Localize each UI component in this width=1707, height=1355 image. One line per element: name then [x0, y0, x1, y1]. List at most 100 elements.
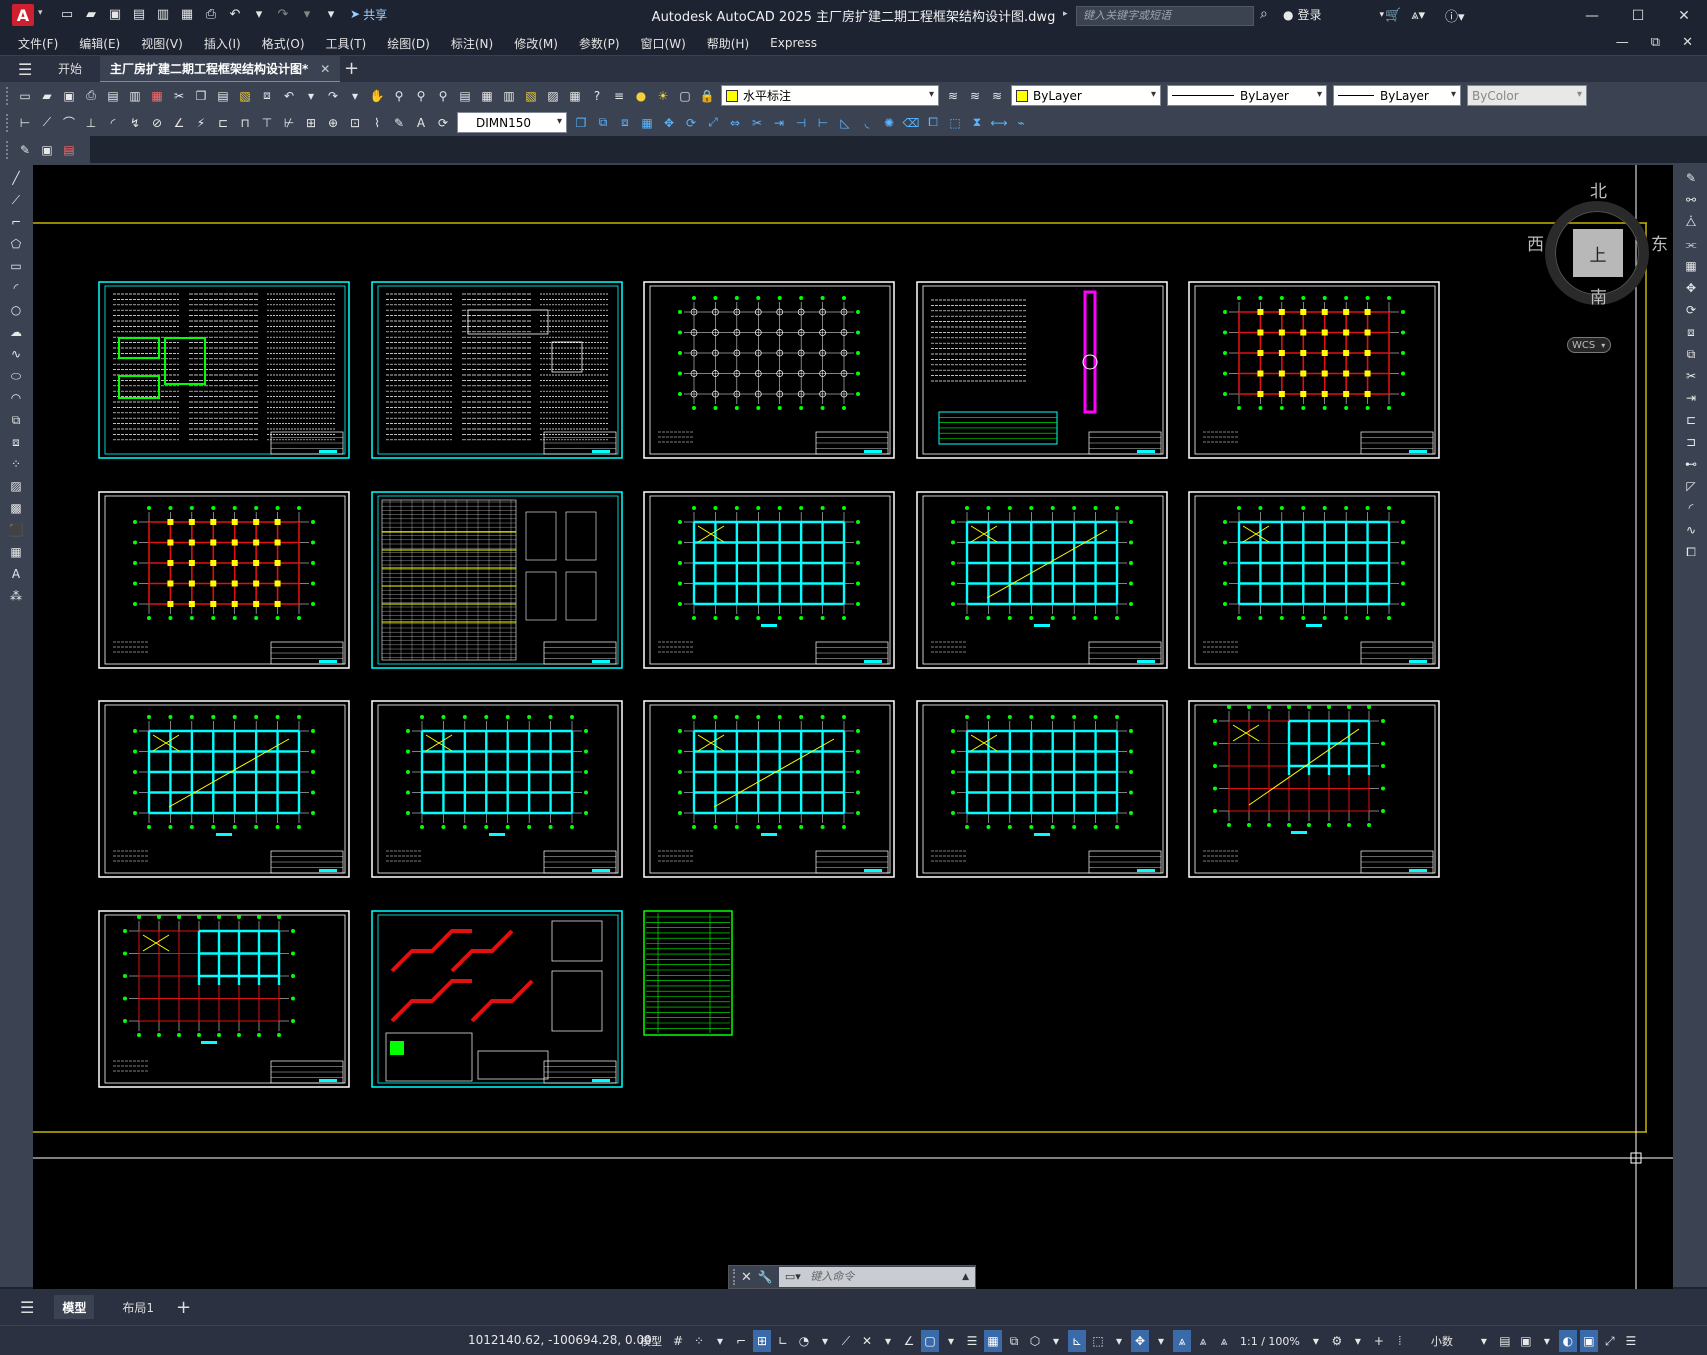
- move-icon[interactable]: ✥: [659, 113, 679, 133]
- qnew-icon[interactable]: ▭: [15, 86, 35, 106]
- annotation-visibility-icon[interactable]: ⩓: [1173, 1330, 1191, 1352]
- workspace-dropdown-icon[interactable]: ▾: [1349, 1330, 1367, 1352]
- wcs-menu-button[interactable]: WCS ▾: [1567, 337, 1611, 353]
- polyline-icon[interactable]: ⌐: [7, 213, 25, 231]
- ellipse-icon[interactable]: ⬭: [7, 367, 25, 385]
- jogged-linear-icon[interactable]: ⌇: [367, 113, 387, 133]
- chamfer-icon[interactable]: ◺: [835, 113, 855, 133]
- dimension-text-edit-icon[interactable]: A: [411, 113, 431, 133]
- gizmo-dropdown-icon[interactable]: ▾: [1152, 1330, 1170, 1352]
- isometric-icon[interactable]: ⟋: [837, 1330, 855, 1352]
- lineweight-icon[interactable]: ☰: [963, 1330, 981, 1352]
- make-current-layer-icon[interactable]: ≋: [943, 86, 963, 106]
- markup-icon[interactable]: ▨: [543, 86, 563, 106]
- angular-dimension-icon[interactable]: ∠: [169, 113, 189, 133]
- scale-icon[interactable]: ⤢: [703, 113, 723, 133]
- help-icon[interactable]: ?: [587, 86, 607, 106]
- dynamic-ucs-icon[interactable]: ⊾: [1068, 1330, 1086, 1352]
- arc-length-icon[interactable]: ⌒: [59, 113, 79, 133]
- undo-list-icon[interactable]: ▾: [301, 86, 321, 106]
- radius-dimension-icon[interactable]: ◜: [103, 113, 123, 133]
- gradient-icon[interactable]: ▩: [7, 499, 25, 517]
- object-snap-icon[interactable]: ▢: [921, 1330, 939, 1352]
- menu-edit[interactable]: 编辑(E): [79, 35, 120, 52]
- region-icon[interactable]: ⬛: [7, 521, 25, 539]
- continue-dimension-icon[interactable]: ⊓: [235, 113, 255, 133]
- menu-tools[interactable]: 工具(T): [326, 35, 367, 52]
- trim-icon[interactable]: ✂: [1682, 367, 1700, 385]
- lock-ui-dropdown-icon[interactable]: ▾: [1538, 1330, 1556, 1352]
- hatch-icon[interactable]: ▨: [7, 477, 25, 495]
- redo-icon[interactable]: ↷: [274, 5, 292, 23]
- chamfer-icon[interactable]: ◸: [1682, 477, 1700, 495]
- edit-attribute-icon[interactable]: ✎: [15, 140, 35, 160]
- break-at-point-icon[interactable]: ⊏: [1682, 411, 1700, 429]
- erase-icon[interactable]: ⌫: [901, 113, 921, 133]
- sheet-set-icon[interactable]: ▧: [521, 86, 541, 106]
- object-snap-tracking-icon[interactable]: ✕: [858, 1330, 876, 1352]
- center-mark-icon[interactable]: ⊕: [323, 113, 343, 133]
- new-tab-icon[interactable]: +: [344, 58, 359, 79]
- drawing-restore-button[interactable]: ⧉: [1651, 35, 1660, 50]
- tolerance-icon[interactable]: ⊞: [301, 113, 321, 133]
- layer-lock-icon[interactable]: 🔒: [697, 86, 717, 106]
- explode-icon[interactable]: ✺: [879, 113, 899, 133]
- layer-viewport-icon[interactable]: ▢: [675, 86, 695, 106]
- workspace-gear-icon[interactable]: ⚙: [1328, 1330, 1346, 1352]
- make-block-icon[interactable]: ⧈: [7, 433, 25, 451]
- copy-icon[interactable]: ❐: [191, 86, 211, 106]
- tab-model[interactable]: 模型: [54, 1295, 95, 1319]
- array-icon[interactable]: ▦: [637, 113, 657, 133]
- copy-object-icon[interactable]: ❐: [571, 113, 591, 133]
- snap-icon[interactable]: ⁘: [690, 1330, 708, 1352]
- toolbar-grip[interactable]: [6, 113, 10, 132]
- calculator-icon[interactable]: ▦: [565, 86, 585, 106]
- rectangle-icon[interactable]: ▭: [7, 257, 25, 275]
- tab-layout1[interactable]: 布局1: [114, 1295, 162, 1319]
- annotation-monitor-icon[interactable]: +: [1370, 1330, 1388, 1352]
- ordinate-dimension-icon[interactable]: ⊥: [81, 113, 101, 133]
- save-as-icon[interactable]: ▤: [130, 5, 148, 23]
- erase-icon[interactable]: ✎: [1682, 169, 1700, 187]
- object-snap-dropdown-icon[interactable]: ▾: [942, 1330, 960, 1352]
- undo-icon[interactable]: ↶: [226, 5, 244, 23]
- multiline-text-icon[interactable]: A: [7, 565, 25, 583]
- menu-view[interactable]: 视图(V): [141, 35, 183, 52]
- command-history-icon[interactable]: ▭▾: [785, 1270, 801, 1283]
- fillet-icon[interactable]: ◜: [1682, 499, 1700, 517]
- angle-icon[interactable]: ∠: [900, 1330, 918, 1352]
- paste-icon[interactable]: ▤: [213, 86, 233, 106]
- polygon-icon[interactable]: ⬠: [7, 235, 25, 253]
- attribute-manager-icon[interactable]: ▤: [59, 140, 79, 160]
- selection-filter-dropdown-icon[interactable]: ▾: [1110, 1330, 1128, 1352]
- linear-dimension-icon[interactable]: ⊢: [15, 113, 35, 133]
- isolate-objects-icon[interactable]: ◐: [1558, 1330, 1577, 1352]
- zoom-window-icon[interactable]: ⚲: [411, 86, 431, 106]
- block-editor-icon[interactable]: ⧈: [257, 86, 277, 106]
- extend-icon[interactable]: ⇥: [769, 113, 789, 133]
- color-dropdown[interactable]: ByLayer ▾: [1011, 85, 1161, 106]
- layer-on-icon[interactable]: ●: [631, 86, 651, 106]
- insert-block-icon[interactable]: ⧉: [7, 411, 25, 429]
- construction-line-icon[interactable]: ⟋: [7, 191, 25, 209]
- units-icon[interactable]: ⦙: [1391, 1330, 1409, 1352]
- dimension-style-dropdown[interactable]: DIMN150 ▾: [457, 112, 567, 133]
- publish-icon[interactable]: ▥: [154, 5, 172, 23]
- rotate-icon[interactable]: ⟳: [1682, 301, 1700, 319]
- coordinates-readout[interactable]: 1012140.62, -100694.28, 0.00: [468, 1333, 652, 1347]
- tab-start[interactable]: 开始: [58, 60, 82, 77]
- circle-icon[interactable]: ○: [7, 301, 25, 319]
- menu-dimension[interactable]: 标注(N): [451, 35, 493, 52]
- model-space-toggle[interactable]: 模型: [636, 1330, 666, 1352]
- print-icon[interactable]: ⎙: [202, 5, 220, 23]
- linetype-dropdown[interactable]: ByLayer ▾: [1167, 85, 1327, 106]
- blend-curves-icon[interactable]: ∿: [1682, 521, 1700, 539]
- 3d-osnap-dropdown-icon[interactable]: ▾: [1047, 1330, 1065, 1352]
- arc-icon[interactable]: ◜: [7, 279, 25, 297]
- stretch-icon[interactable]: ⇔: [725, 113, 745, 133]
- layout-list-icon[interactable]: ☰: [20, 1298, 34, 1317]
- spline-icon[interactable]: ∿: [7, 345, 25, 363]
- undo-icon[interactable]: ↶: [279, 86, 299, 106]
- lengthen-icon[interactable]: ⟷: [989, 113, 1009, 133]
- lineweight-dropdown[interactable]: ByLayer ▾: [1333, 85, 1461, 106]
